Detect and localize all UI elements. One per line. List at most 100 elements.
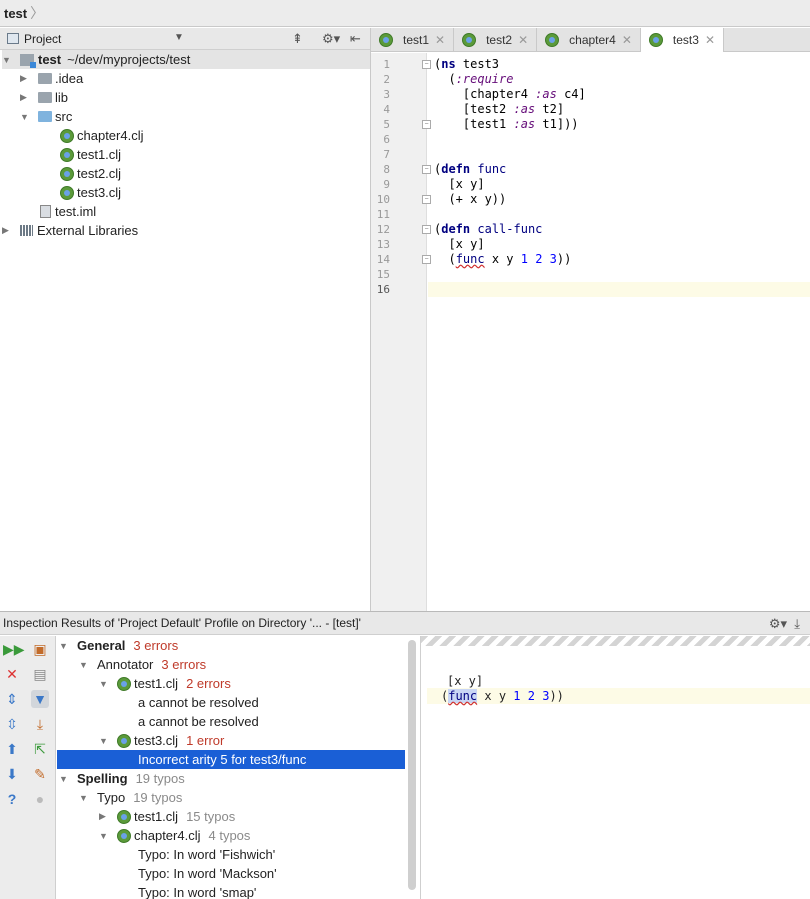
expand-arrow-icon[interactable]: ▼ [99, 679, 111, 689]
breadcrumb-project[interactable]: test [4, 6, 27, 21]
code-area[interactable]: (ns test3 (:require [chapter4 :as c4] [t… [428, 53, 810, 611]
line-number: 2 [383, 73, 390, 86]
chevron-down-icon[interactable]: ▼ [174, 32, 184, 43]
source-folder-icon [38, 111, 52, 122]
clojure-file-icon [60, 128, 74, 143]
line-number: 5 [383, 118, 390, 131]
clojure-file-icon [117, 676, 131, 691]
clojure-file-icon [60, 166, 74, 181]
problem-item[interactable]: Typo: In word 'smap' [138, 883, 256, 899]
tree-item-test1-typos[interactable]: ▶ test1.clj 15 typos [99, 807, 235, 826]
expand-arrow-icon[interactable]: ▶ [20, 92, 32, 103]
tree-item-chapter4-typos[interactable]: ▼ chapter4.clj 4 typos [99, 826, 250, 845]
line-number: 16 [376, 283, 390, 296]
tree-item-label: Spelling [77, 771, 128, 786]
expand-arrow-icon[interactable]: ▼ [79, 793, 91, 803]
code-line: [x y] [434, 177, 485, 191]
folder-icon [38, 92, 52, 103]
tree-item-test2[interactable]: test2.clj [60, 164, 121, 183]
line-number-gutter[interactable]: 1 2 3 4 5 6 7 8 9 10 11 12 13 14 15 16 −… [371, 53, 431, 611]
tree-item-label: test1.clj [134, 676, 179, 691]
code-line: (ns test3 [434, 57, 500, 71]
expand-arrow-icon[interactable]: ▶ [20, 73, 32, 84]
expand-arrow-icon[interactable]: ▼ [99, 736, 111, 746]
inspection-toolbar: ▶▶ ▣ ✕ ▤ ⇕ ▼ ⇳ ⤓ ⬆ ⇱ ⬇ ✎ ? ● [0, 636, 56, 899]
expand-arrow-icon[interactable]: ▼ [99, 831, 111, 841]
clojure-file-icon [117, 809, 131, 824]
close-icon[interactable]: ✕ [705, 33, 715, 47]
rerun-icon[interactable]: ▶▶ [3, 640, 25, 658]
tree-item-typo[interactable]: ▼ Typo 19 typos [79, 788, 182, 807]
problem-text: Typo: In word 'Mackson' [138, 866, 277, 881]
group-icon[interactable]: ▤ [31, 665, 49, 683]
line-number: 7 [383, 148, 390, 161]
inspection-scrollbar[interactable] [408, 640, 416, 890]
tree-item-label: External Libraries [37, 223, 139, 238]
tree-item-spelling[interactable]: ▼ Spelling 19 typos [59, 769, 185, 788]
tree-item-chapter4[interactable]: chapter4.clj [60, 126, 143, 145]
tab-test1[interactable]: test1 ✕ [371, 28, 455, 52]
tree-item-idea[interactable]: ▶ .idea [20, 69, 83, 88]
collapse-all-icon[interactable]: ⇞ [292, 31, 303, 47]
filter-icon[interactable]: ▼ [31, 690, 49, 708]
problem-preview[interactable]: [x y] (func x y 1 2 3)) [420, 636, 810, 899]
code-line: (:require [434, 72, 514, 86]
problem-item[interactable]: Typo: In word 'Fishwich' [138, 845, 275, 864]
expand-arrow-icon[interactable]: ▶ [99, 811, 111, 822]
code-line: [x y] [447, 674, 484, 688]
expand-arrow-icon[interactable]: ▼ [79, 660, 91, 670]
tree-item-src[interactable]: ▼ src [20, 107, 72, 126]
code-line: (func x y 1 2 3)) [434, 252, 572, 266]
tree-item-module-test[interactable]: ▼ test ~/dev/myprojects/test [2, 50, 370, 69]
arrow-up-icon[interactable]: ⬆ [3, 740, 21, 758]
clojure-file-icon [117, 733, 131, 748]
tree-item-annotator[interactable]: ▼ Annotator 3 errors [79, 655, 206, 674]
tab-chapter4[interactable]: chapter4 ✕ [537, 28, 641, 52]
gear-icon[interactable]: ⚙▾ ⤓ [769, 616, 800, 632]
problem-text: Typo: In word 'smap' [138, 885, 257, 899]
help-icon[interactable]: ? [3, 790, 21, 808]
navigate-icon[interactable]: ⇱ [31, 740, 49, 758]
problem-item-selected[interactable]: Incorrect arity 5 for test3/func [57, 750, 405, 769]
collapse-all-icon[interactable]: ⇳ [3, 715, 21, 733]
lightbulb-icon[interactable]: ● [31, 790, 49, 808]
editor-tabs: test1 ✕ test2 ✕ chapter4 ✕ test3 ✕ [371, 28, 810, 52]
tree-item-general[interactable]: ▼ General 3 errors [59, 636, 178, 655]
tree-item-test3[interactable]: ▼ test3.clj 1 error [99, 731, 224, 750]
tree-item-label: Typo [97, 790, 126, 805]
tree-item-external-libraries[interactable]: ▶ External Libraries [2, 221, 138, 240]
close-icon[interactable]: ✕ [518, 33, 528, 47]
expand-arrow-icon[interactable]: ▼ [59, 641, 71, 651]
arrow-down-icon[interactable]: ⬇ [3, 765, 21, 783]
close-icon[interactable]: ✕ [3, 665, 21, 683]
problem-item[interactable]: a cannot be resolved [138, 712, 259, 731]
tree-item-lib[interactable]: ▶ lib [20, 88, 68, 107]
expand-arrow-icon[interactable]: ▶ [2, 225, 14, 236]
expand-all-icon[interactable]: ⇕ [3, 690, 21, 708]
tree-item-test1[interactable]: ▼ test1.clj 2 errors [99, 674, 231, 693]
wrench-icon[interactable]: ✎ [31, 765, 49, 783]
line-number: 1 [383, 58, 390, 71]
inspection-results-panel: Inspection Results of 'Project Default' … [0, 611, 810, 899]
tree-item-test-iml[interactable]: test.iml [40, 202, 96, 221]
line-number: 12 [376, 223, 390, 236]
tab-test3[interactable]: test3 ✕ [640, 28, 724, 52]
tree-item-test1[interactable]: test1.clj [60, 145, 121, 164]
gear-icon[interactable]: ⚙▾ [322, 31, 340, 47]
expand-arrow-icon[interactable]: ▼ [59, 774, 71, 784]
problem-item[interactable]: Typo: In word 'Mackson' [138, 864, 277, 883]
code-line: [test2 :as t2] [434, 102, 565, 116]
expand-arrow-icon[interactable]: ▼ [2, 55, 14, 65]
breadcrumb-separator-icon: 〉 [30, 5, 45, 21]
project-panel-title[interactable]: Project [24, 32, 61, 46]
tree-item-test3[interactable]: test3.clj [60, 183, 121, 202]
export-icon[interactable]: ▣ [31, 640, 49, 658]
tab-test2[interactable]: test2 ✕ [454, 28, 538, 52]
problem-item[interactable]: a cannot be resolved [138, 693, 259, 712]
expand-arrow-icon[interactable]: ▼ [20, 112, 32, 122]
download-icon[interactable]: ⤓ [31, 715, 49, 733]
close-icon[interactable]: ✕ [622, 33, 632, 47]
close-icon[interactable]: ✕ [435, 33, 445, 47]
project-panel: Project ▼ ⇞ ⚙▾ ⇤ ▼ test ~/dev/myprojects… [0, 28, 371, 611]
hide-panel-icon[interactable]: ⇤ [350, 31, 361, 47]
